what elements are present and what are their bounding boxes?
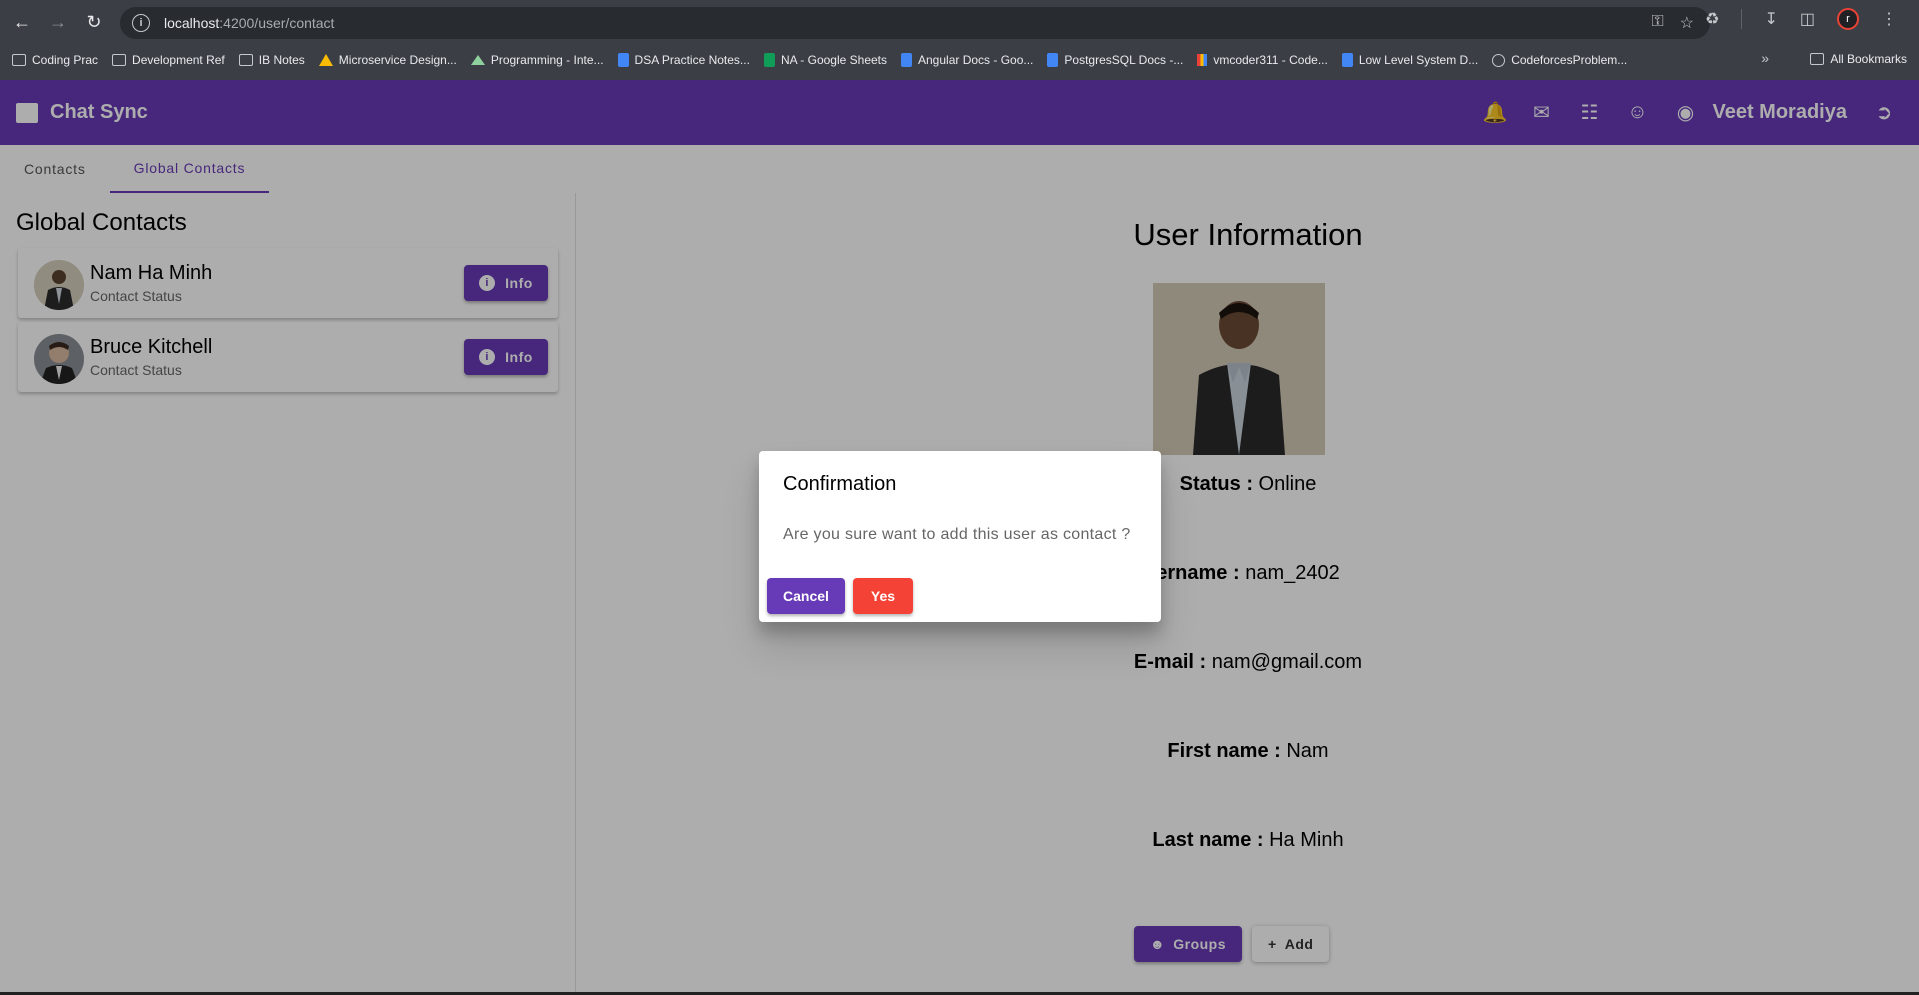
bookmark-item[interactable]: Programming - Inte... xyxy=(470,53,604,67)
folder-icon xyxy=(12,54,26,66)
bookmark-item[interactable]: DSA Practice Notes... xyxy=(617,53,750,67)
bookmark-label: Programming - Inte... xyxy=(490,53,604,67)
toolbar-divider xyxy=(1741,9,1743,29)
site-info-icon[interactable]: i xyxy=(132,14,150,32)
bookmark-label: PostgresSQL Docs -... xyxy=(1064,53,1184,67)
key-icon[interactable]: ⚿ xyxy=(1651,13,1663,33)
bookmark-item[interactable]: Coding Prac xyxy=(12,53,98,67)
bookmark-item[interactable]: vmcoder311 - Code... xyxy=(1197,53,1328,67)
bookmark-label: NA - Google Sheets xyxy=(780,53,887,67)
all-bookmarks[interactable]: All Bookmarks xyxy=(1810,52,1907,66)
bookmark-label: Low Level System D... xyxy=(1358,53,1479,67)
profile-avatar-icon[interactable]: r xyxy=(1837,8,1859,30)
sidepanel-icon[interactable]: ◫ xyxy=(1800,9,1815,29)
doc-icon xyxy=(1047,53,1059,67)
forward-icon[interactable]: → xyxy=(44,9,72,37)
bookmark-label: CodeforcesProblem... xyxy=(1511,53,1628,67)
doc-icon xyxy=(1341,53,1353,67)
bookmark-item[interactable]: CodeforcesProblem... xyxy=(1492,53,1627,67)
all-bookmarks-label: All Bookmarks xyxy=(1830,52,1907,66)
folder-icon xyxy=(238,54,253,66)
back-icon[interactable]: ← xyxy=(8,9,36,37)
doc-icon xyxy=(901,53,912,67)
cancel-button[interactable]: Cancel xyxy=(767,578,845,614)
mountain-icon xyxy=(470,55,485,65)
reload-icon[interactable]: ↻ xyxy=(80,9,108,37)
browser-chrome: ← → ↻ i localhost:4200/user/contact ⚿ ☆ … xyxy=(0,0,1919,80)
drive-icon xyxy=(318,54,333,66)
bookmark-item[interactable]: IB Notes xyxy=(238,53,305,67)
folder-icon xyxy=(112,54,127,66)
extensions-icon[interactable]: ♻ xyxy=(1705,9,1719,29)
address-row: ← → ↻ i localhost:4200/user/contact ⚿ ☆ … xyxy=(0,0,1919,45)
bookmark-label: IB Notes xyxy=(258,53,305,67)
url-host: localhost xyxy=(164,15,220,31)
bookmark-item[interactable]: Low Level System D... xyxy=(1341,53,1479,67)
bookmark-item[interactable]: Development Ref xyxy=(112,53,225,67)
bookmark-item[interactable]: Microservice Design... xyxy=(318,53,457,67)
bars-icon xyxy=(1197,54,1208,66)
bookmark-label: Microservice Design... xyxy=(338,53,457,67)
dialog-message: Are you sure want to add this user as co… xyxy=(783,526,1131,543)
globe-icon xyxy=(1492,53,1506,67)
address-bar[interactable]: i localhost:4200/user/contact ⚿ ☆ xyxy=(120,7,1710,39)
folder-icon xyxy=(1810,53,1825,65)
url-path: :4200/user/contact xyxy=(219,15,335,31)
star-icon[interactable]: ☆ xyxy=(1680,13,1694,33)
bookmark-label: vmcoder311 - Code... xyxy=(1213,53,1328,67)
bookmark-item[interactable]: NA - Google Sheets xyxy=(763,53,887,67)
more-bookmarks-icon[interactable]: » xyxy=(1761,50,1769,66)
bookmark-label: Coding Prac xyxy=(32,53,99,67)
confirmation-dialog: Confirmation Are you sure want to add th… xyxy=(759,451,1161,622)
menu-icon[interactable]: ⋮ xyxy=(1881,9,1897,29)
yes-button[interactable]: Yes xyxy=(852,578,914,614)
bookmark-label: DSA Practice Notes... xyxy=(634,53,750,67)
bookmark-item[interactable]: PostgresSQL Docs -... xyxy=(1047,53,1183,67)
bookmark-label: Development Ref xyxy=(132,53,225,67)
bookmark-item[interactable]: Angular Docs - Goo... xyxy=(901,53,1033,67)
bookmark-label: Angular Docs - Goo... xyxy=(918,53,1034,67)
sheet-icon xyxy=(763,53,775,67)
url-text: localhost:4200/user/contact xyxy=(164,15,334,31)
dialog-title: Confirmation xyxy=(783,473,897,495)
download-icon[interactable]: ↧ xyxy=(1764,9,1777,29)
bookmarks-bar: Coding Prac Development Ref IB Notes Micros… xyxy=(0,48,1919,72)
doc-icon xyxy=(617,53,629,67)
dialog-actions: Cancel Yes xyxy=(767,578,914,614)
